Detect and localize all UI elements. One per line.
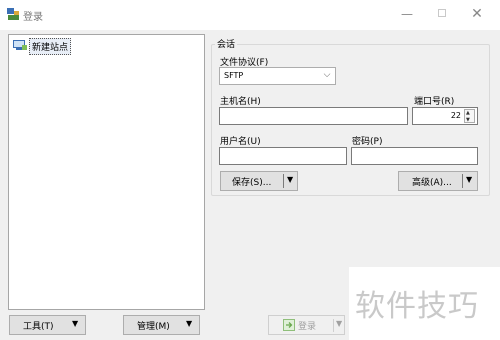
advanced-button-label: 高级(A)...: [412, 178, 452, 188]
manage-button-label: 管理(M): [137, 322, 170, 332]
port-spinner[interactable]: ▲ ▼: [464, 109, 475, 123]
protocol-select[interactable]: SFTP ⌵: [219, 67, 336, 85]
maximize-button[interactable]: [428, 2, 456, 26]
tools-button-label: 工具(T): [23, 322, 54, 332]
site-item-new-site[interactable]: 新建站点: [29, 38, 72, 55]
app-icon: [6, 7, 20, 21]
tools-button[interactable]: 工具(T) ▼: [9, 315, 86, 335]
host-label: 主机名(H): [220, 97, 261, 107]
spin-down-icon[interactable]: ▼: [466, 117, 470, 123]
advanced-split-divider: [462, 174, 463, 188]
dropdown-arrow-icon[interactable]: ▼: [466, 175, 472, 184]
title-bar: [0, 0, 500, 30]
save-button-label: 保存(S)...: [232, 178, 272, 188]
password-label: 密码(P): [352, 137, 383, 147]
protocol-value: SFTP: [224, 71, 244, 80]
site-tree-panel[interactable]: 新建站点: [8, 34, 205, 310]
watermark: 软件技巧: [349, 267, 500, 340]
session-group-title: 会话: [215, 37, 238, 50]
advanced-button[interactable]: 高级(A)... ▼: [398, 171, 478, 191]
new-site-icon: [13, 40, 27, 51]
spin-up-icon[interactable]: ▲: [466, 110, 470, 116]
watermark-text: 软件技巧: [355, 289, 479, 324]
minimize-button[interactable]: —: [393, 2, 421, 26]
login-button[interactable]: 登录 ▼: [268, 315, 345, 335]
dropdown-arrow-icon[interactable]: ▼: [336, 319, 342, 328]
window-title: 登录: [23, 12, 43, 23]
port-field[interactable]: 22 ▲ ▼: [412, 107, 478, 125]
save-split-divider: [283, 174, 284, 188]
port-label: 端口号(R): [414, 97, 455, 107]
manage-button[interactable]: 管理(M) ▼: [123, 315, 200, 335]
maximize-icon: [438, 9, 446, 17]
dropdown-arrow-icon: ▼: [72, 319, 79, 328]
username-input[interactable]: [219, 147, 347, 165]
login-button-label: 登录: [298, 322, 317, 332]
user-label: 用户名(U): [220, 137, 261, 147]
chevron-down-icon: ⌵: [323, 70, 331, 80]
login-split-divider: [333, 319, 334, 332]
close-button[interactable]: ✕: [462, 2, 492, 26]
dropdown-arrow-icon[interactable]: ▼: [287, 175, 293, 184]
dropdown-arrow-icon: ▼: [186, 319, 193, 328]
save-button[interactable]: 保存(S)... ▼: [220, 171, 298, 191]
host-input[interactable]: [219, 107, 408, 125]
login-icon: [283, 319, 295, 334]
password-input[interactable]: [351, 147, 478, 165]
port-value: 22: [450, 111, 461, 120]
